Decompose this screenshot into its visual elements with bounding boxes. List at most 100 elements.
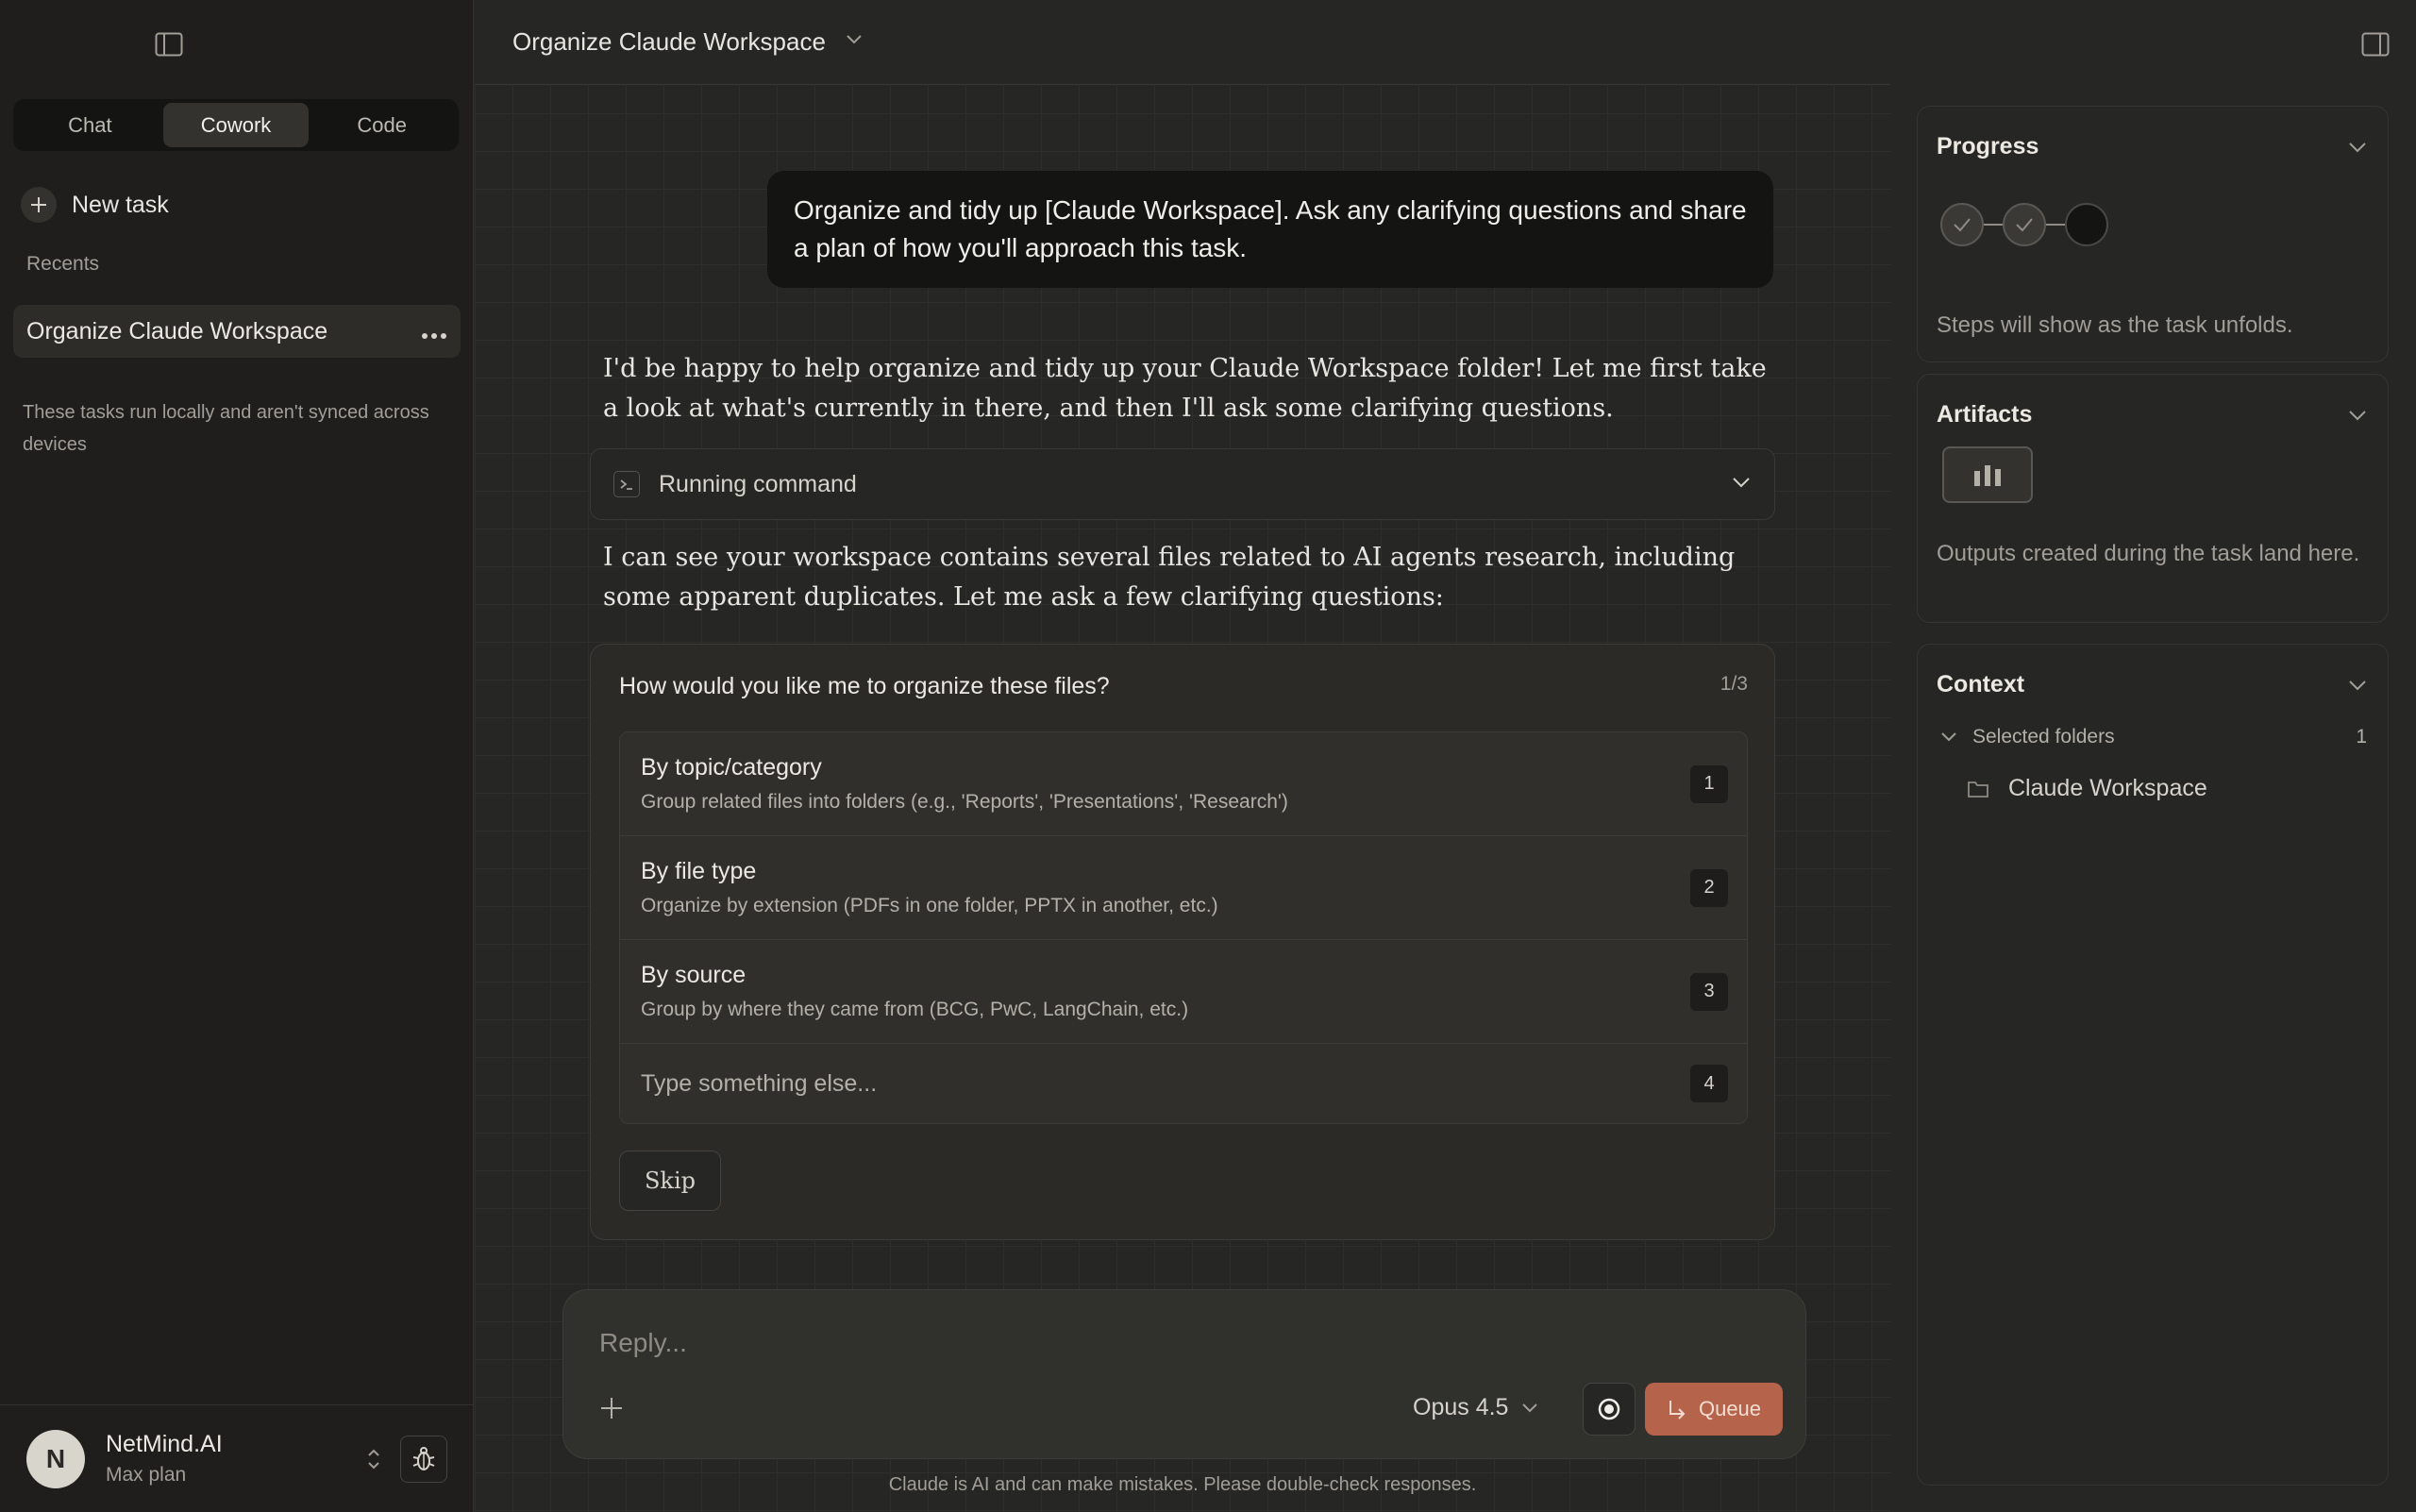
option-title: By topic/category <box>641 754 822 781</box>
option-body: By source Group by where they came from … <box>641 962 1690 1021</box>
skip-button[interactable]: Skip <box>619 1151 721 1211</box>
new-task-label: New task <box>72 191 169 218</box>
artifact-placeholder <box>1942 446 2033 503</box>
more-icon[interactable] <box>421 328 447 339</box>
option-file-type[interactable]: By file type Organize by extension (PDFs… <box>620 836 1747 940</box>
other-answer-input[interactable]: Type something else... <box>641 1070 1690 1098</box>
option-body: By topic/category Group related files in… <box>641 754 1690 814</box>
folder-icon <box>1968 781 1988 798</box>
option-key-badge: 3 <box>1690 972 1728 1011</box>
option-description: Group by where they came from (BCG, PwC,… <box>641 999 1189 1020</box>
plus-icon <box>21 187 57 223</box>
running-command-label: Running command <box>659 470 857 497</box>
main-area: Organize Claude Workspace Organize and t… <box>475 0 1890 1512</box>
tab-chat[interactable]: Chat <box>17 103 163 147</box>
assistant-message-intro: I'd be happy to help organize and tidy u… <box>603 354 1767 423</box>
user-plan: Max plan <box>106 1464 187 1486</box>
check-icon <box>1954 218 1971 232</box>
recents-heading: Recents <box>26 253 100 275</box>
step-pending <box>2065 203 2108 246</box>
record-icon <box>1598 1398 1620 1420</box>
option-description: Organize by extension (PDFs in one folde… <box>641 895 1218 916</box>
running-command-row[interactable]: Running command <box>590 448 1775 520</box>
artifacts-header[interactable]: Artifacts <box>1937 401 2367 428</box>
mode-tabs: Chat Cowork Code <box>13 99 459 151</box>
option-key-badge: 2 <box>1690 868 1728 907</box>
question-header: How would you like me to organize these … <box>619 673 1748 700</box>
option-key-badge: 4 <box>1690 1065 1728 1102</box>
task-title[interactable]: Organize Claude Workspace <box>512 27 826 57</box>
context-folder-name: Claude Workspace <box>2008 775 2207 801</box>
queue-arrow-icon <box>1669 1401 1686 1420</box>
progress-panel: Progress Steps will show as the task unf… <box>1917 106 2389 362</box>
model-name: Opus 4.5 <box>1413 1394 1509 1420</box>
progress-header[interactable]: Progress <box>1937 133 2367 160</box>
option-topic-category[interactable]: By topic/category Group related files in… <box>620 732 1747 836</box>
user-info: NetMind.AI Max plan <box>106 1431 364 1487</box>
chevron-down-icon <box>1522 1403 1538 1412</box>
artifacts-panel: Artifacts Outputs created during the tas… <box>1917 374 2389 623</box>
option-key-badge: 1 <box>1690 764 1728 803</box>
option-title: By file type <box>641 858 757 884</box>
tab-code[interactable]: Code <box>309 103 455 147</box>
plus-icon <box>601 1398 622 1419</box>
queue-label: Queue <box>1698 1397 1762 1420</box>
sidebar-toggle-icon[interactable] <box>155 32 183 57</box>
option-body: By file type Organize by extension (PDFs… <box>641 858 1690 917</box>
artifacts-description: Outputs created during the task land her… <box>1937 541 2360 566</box>
context-panel: Context Selected folders 1 Claude Worksp… <box>1917 644 2389 1486</box>
check-icon <box>2016 218 2033 232</box>
option-list: By topic/category Group related files in… <box>619 731 1748 1124</box>
user-name: NetMind.AI <box>106 1431 223 1457</box>
bug-icon <box>412 1446 435 1470</box>
context-header[interactable]: Context <box>1937 671 2367 698</box>
chevron-down-icon[interactable] <box>1731 476 1752 494</box>
sidebar: Chat Cowork Code New task Recents Organi… <box>0 0 474 1512</box>
selected-folders-count: 1 <box>2356 726 2367 748</box>
option-body: Type something else... <box>641 1070 1690 1098</box>
add-attachment-button[interactable] <box>599 1396 624 1420</box>
reply-input[interactable] <box>599 1328 1543 1358</box>
recent-item[interactable]: Organize Claude Workspace <box>13 305 461 358</box>
panel-toggle-icon[interactable] <box>2361 32 2390 57</box>
step-done <box>1940 203 1984 246</box>
context-folder-item[interactable]: Claude Workspace <box>1967 775 2207 802</box>
option-other-input[interactable]: Type something else... 4 <box>620 1044 1747 1123</box>
terminal-icon <box>613 471 640 497</box>
context-title: Context <box>1937 671 2025 697</box>
record-button[interactable] <box>1583 1383 1636 1436</box>
tab-cowork[interactable]: Cowork <box>162 103 310 147</box>
progress-steps <box>1940 203 2108 246</box>
user-bar[interactable]: N NetMind.AI Max plan <box>0 1404 474 1512</box>
local-note: These tasks run locally and aren't synce… <box>23 402 429 455</box>
composer: Opus 4.5 Queue <box>562 1289 1806 1459</box>
step-connector <box>2046 224 2065 226</box>
chevron-down-icon[interactable] <box>2348 680 2367 691</box>
option-description: Group related files into folders (e.g., … <box>641 791 1288 813</box>
recent-item-title: Organize Claude Workspace <box>26 317 328 344</box>
queue-button[interactable]: Queue <box>1645 1383 1783 1436</box>
chart-icon <box>1974 465 2001 486</box>
option-title: By source <box>641 962 747 988</box>
app-window: Chat Cowork Code New task Recents Organi… <box>0 0 2416 1512</box>
model-selector[interactable]: Opus 4.5 <box>1413 1394 1538 1421</box>
disclaimer: Claude is AI and can make mistakes. Plea… <box>888 1474 1477 1495</box>
question-counter: 1/3 <box>1720 673 1748 695</box>
chevron-down-icon[interactable] <box>2348 410 2367 421</box>
chevron-down-icon[interactable] <box>845 33 864 51</box>
progress-description: Steps will show as the task unfolds. <box>1937 312 2293 338</box>
option-source[interactable]: By source Group by where they came from … <box>620 940 1747 1044</box>
updown-icon[interactable] <box>364 1445 383 1473</box>
chevron-down-icon[interactable] <box>2348 142 2367 153</box>
selected-folders-toggle[interactable]: Selected folders 1 <box>1940 726 2367 748</box>
new-task-button[interactable]: New task <box>21 185 169 225</box>
task-header[interactable]: Organize Claude Workspace <box>475 0 1890 85</box>
chevron-down-icon <box>1941 732 1956 742</box>
assistant-message-followup: I can see your workspace contains severa… <box>603 543 1736 612</box>
clarifying-question-card: How would you like me to organize these … <box>590 644 1775 1240</box>
step-done <box>2003 203 2046 246</box>
avatar[interactable]: N <box>26 1429 85 1488</box>
step-connector <box>1984 224 2003 226</box>
bug-report-button[interactable] <box>400 1435 447 1483</box>
user-message: Organize and tidy up [Claude Workspace].… <box>767 171 1773 288</box>
